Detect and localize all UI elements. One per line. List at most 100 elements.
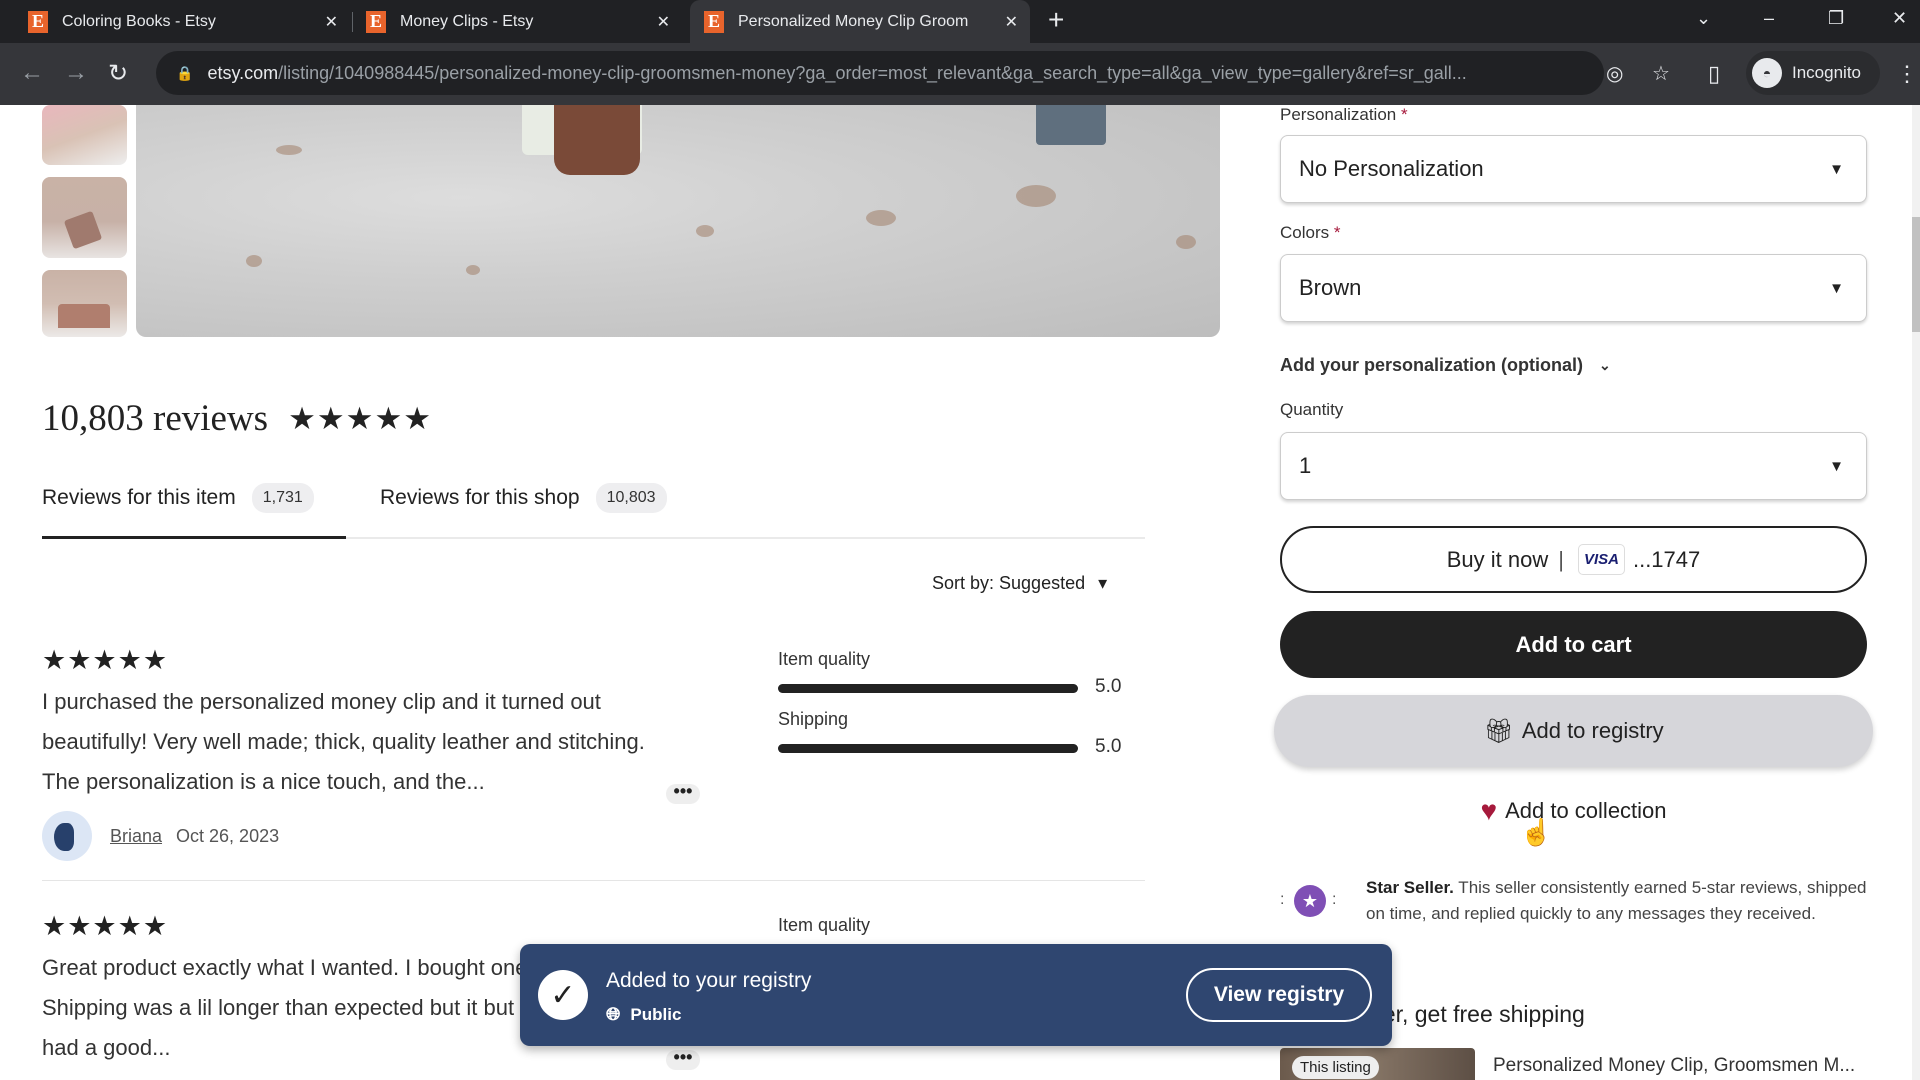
sparkle-left-icon: : <box>1280 891 1285 908</box>
star-icon: ★ <box>1294 885 1326 917</box>
browser-toolbar: ← → ↻ 🔒 etsy.com /listing/1040988445/per… <box>0 43 1920 105</box>
metric-bar-fill <box>778 684 1078 693</box>
caret-down-icon: ▼ <box>1829 279 1844 297</box>
globe-icon: 🌐︎ <box>606 1004 621 1024</box>
bookmark-star-icon[interactable]: ☆ <box>1652 61 1670 86</box>
close-tab-icon[interactable]: ✕ <box>657 12 670 32</box>
colors-select[interactable]: Brown ▼ <box>1280 254 1867 322</box>
metric-bar-fill <box>778 744 1078 753</box>
add-to-cart-button[interactable]: Add to cart <box>1280 611 1867 678</box>
label-text: Colors <box>1280 223 1330 242</box>
tab-search-icon[interactable]: ⌄ <box>1696 8 1711 29</box>
eye-off-icon[interactable]: ◎ <box>1606 61 1623 86</box>
caret-down-icon: ▼ <box>1829 160 1844 178</box>
selected-value: Brown <box>1299 275 1362 300</box>
star-seller-badge-icon: : ★ : <box>1280 875 1338 927</box>
incognito-profile-button[interactable]: ◓ Incognito <box>1746 51 1880 95</box>
tab-title: Personalized Money Clip Groom <box>738 12 969 30</box>
minimize-icon[interactable]: – <box>1764 8 1774 29</box>
author-name-link[interactable]: Briana <box>110 826 162 847</box>
window-close-icon[interactable]: ✕ <box>1892 8 1907 29</box>
review-item: ★★★★★ I purchased the personalized money… <box>42 645 1145 802</box>
main-listing-image[interactable] <box>136 105 1220 337</box>
toast-visibility: 🌐︎ Public <box>606 1004 681 1025</box>
active-tab-indicator <box>42 536 346 539</box>
reviews-heading: 10,803 reviews ★★★★★ <box>42 397 432 440</box>
tab-count-badge: 1,731 <box>251 483 314 513</box>
this-listing-badge: This listing <box>1292 1056 1379 1079</box>
buy-it-now-button[interactable]: Buy it now | VISA ...1747 <box>1280 526 1867 593</box>
image-speck <box>276 145 302 155</box>
quantity-select[interactable]: 1 ▼ <box>1280 432 1867 500</box>
add-to-registry-button[interactable]: 🎁︎ Add to registry <box>1274 695 1873 767</box>
browser-menu-icon[interactable]: ⋮ <box>1896 61 1918 87</box>
bundle-listing-title[interactable]: Personalized Money Clip, Groomsmen M... <box>1493 1055 1855 1077</box>
image-speck <box>246 255 262 267</box>
image-money-clip <box>554 105 640 175</box>
sort-dropdown[interactable]: Sort by: Suggested ▾ <box>932 573 1107 594</box>
image-speck <box>696 225 714 237</box>
review-more-button[interactable]: ••• <box>666 782 700 804</box>
gift-icon: 🎁︎ <box>1483 717 1514 745</box>
tab-separator <box>352 12 353 32</box>
checkmark-icon: ✓ <box>538 970 588 1020</box>
avatar <box>42 811 92 861</box>
tab-title: Coloring Books - Etsy <box>62 12 216 30</box>
add-to-collection-button[interactable]: ♥ Add to collection <box>1280 795 1867 827</box>
tab-coloring-books[interactable]: E Coloring Books - Etsy ✕ <box>28 0 350 43</box>
visibility-label: Public <box>630 1004 682 1024</box>
separator: | <box>1558 546 1564 572</box>
view-registry-button[interactable]: View registry <box>1186 968 1372 1022</box>
etsy-favicon-icon: E <box>28 10 48 33</box>
caret-down-icon: ▾ <box>1098 573 1108 593</box>
tab-reviews-shop[interactable]: Reviews for this shop 10,803 <box>380 483 667 513</box>
personalization-select[interactable]: No Personalization ▼ <box>1280 135 1867 203</box>
back-icon[interactable]: ← <box>20 59 44 87</box>
listing-thumbnail[interactable] <box>42 177 127 258</box>
incognito-icon: ◓ <box>1752 58 1782 88</box>
tab-personalized-money-clip[interactable]: E Personalized Money Clip Groom ✕ <box>690 0 1030 43</box>
restore-icon[interactable]: ❐ <box>1828 8 1844 29</box>
tab-count-badge: 10,803 <box>595 483 667 513</box>
personalization-optional-toggle[interactable]: Add your personalization (optional) ⌄ <box>1280 355 1611 376</box>
chevron-down-icon: ⌄ <box>1599 357 1611 373</box>
rating-stars-icon: ★★★★★ <box>288 400 433 436</box>
required-marker: * <box>1333 223 1341 242</box>
url-path: /listing/1040988445/personalized-money-c… <box>278 62 1467 83</box>
metric-bar-item-quality <box>778 684 1078 693</box>
browser-tab-bar: E Coloring Books - Etsy ✕ E Money Clips … <box>0 0 1920 43</box>
side-panel-icon[interactable]: ▯ <box>1708 61 1720 87</box>
review-author: Briana Oct 26, 2023 <box>42 811 279 861</box>
review-stars-icon: ★★★★★ <box>42 911 169 941</box>
close-tab-icon[interactable]: ✕ <box>325 12 338 32</box>
reload-icon[interactable]: ↻ <box>108 59 128 88</box>
new-tab-button[interactable]: + <box>1048 4 1064 36</box>
star-seller-info: : ★ : Star Seller. This seller consisten… <box>1280 875 1867 927</box>
sort-label: Sort by: Suggested <box>932 573 1086 593</box>
image-object <box>1036 105 1106 145</box>
review-more-button[interactable]: ••• <box>666 1048 700 1070</box>
free-shipping-heading: her, get free shipping <box>1370 1001 1585 1027</box>
close-tab-icon[interactable]: ✕ <box>1005 12 1018 32</box>
tab-money-clips[interactable]: E Money Clips - Etsy ✕ <box>366 0 682 43</box>
required-marker: * <box>1400 105 1408 124</box>
tab-reviews-item[interactable]: Reviews for this item 1,731 <box>42 483 314 513</box>
listing-thumbnail[interactable] <box>42 105 127 165</box>
profile-label: Incognito <box>1792 63 1861 82</box>
scrollbar-thumb[interactable] <box>1912 217 1920 332</box>
buy-now-label: Buy it now <box>1446 546 1549 572</box>
registry-label: Add to registry <box>1521 718 1664 743</box>
review-text: I purchased the personalized money clip … <box>42 689 645 794</box>
personalization-label: Personalization * <box>1280 105 1408 125</box>
forward-icon[interactable]: → <box>64 59 88 87</box>
label-text: Personalization <box>1280 105 1397 124</box>
address-bar[interactable]: 🔒 etsy.com /listing/1040988445/personali… <box>156 51 1604 95</box>
listing-page: 10,803 reviews ★★★★★ Reviews for this it… <box>0 105 1920 1080</box>
toast-message: Added to your registry <box>606 969 812 992</box>
toggle-label: Add your personalization (optional) <box>1280 355 1583 375</box>
etsy-favicon-icon: E <box>704 10 724 33</box>
listing-thumbnail[interactable] <box>42 270 127 337</box>
metric-label: Item quality <box>778 915 871 935</box>
bundle-listing-thumbnail[interactable]: This listing <box>1280 1048 1475 1080</box>
hand-cursor-icon: ☝ <box>1520 817 1553 847</box>
